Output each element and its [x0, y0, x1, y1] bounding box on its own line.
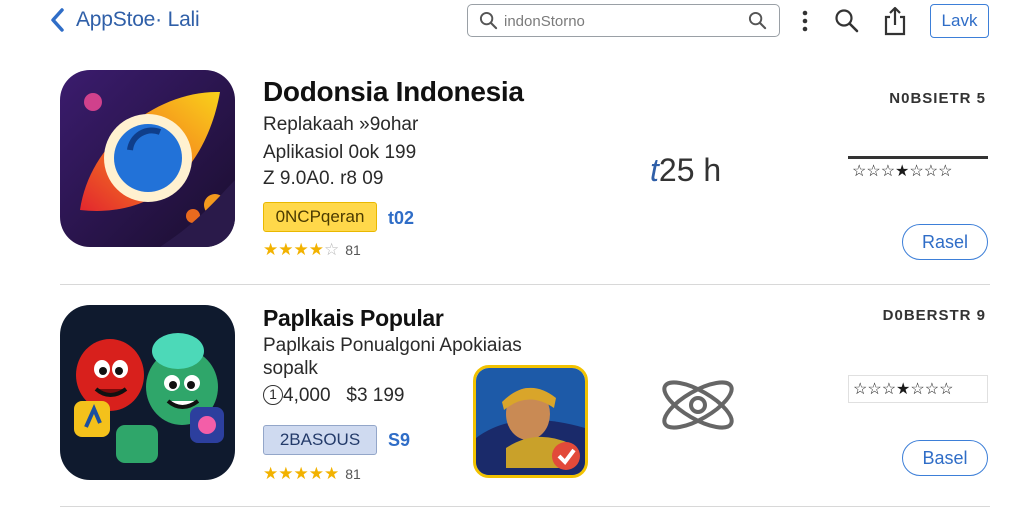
search-input[interactable]	[504, 10, 724, 32]
star-icon: ☆	[909, 162, 924, 180]
search-submit-icon[interactable]	[748, 11, 767, 30]
star-icon: ★	[293, 464, 309, 483]
app-title[interactable]: Dodonsia Indonesia	[263, 76, 524, 108]
star-icon: ☆	[853, 381, 868, 398]
star-icon: ☆	[880, 162, 896, 180]
back-label: AppStoe· Lali	[76, 8, 200, 31]
star-icon: ☆	[324, 240, 340, 259]
warrior-game-thumbnail	[476, 368, 585, 475]
rating-count: 81	[345, 466, 361, 482]
chevron-left-icon	[51, 8, 64, 32]
star-icon: ☆	[923, 162, 939, 180]
app-price-info: 1 4,000 $3 199	[263, 385, 405, 407]
duration-label: t25 h	[650, 152, 722, 188]
rank-label: N0BSIETR 5	[889, 90, 986, 107]
star-icon: ★	[896, 381, 911, 398]
app-list-item[interactable]: Paplkais Popular Paplkais Ponualgoni Apo…	[0, 295, 1024, 495]
star-icon: ☆	[910, 381, 925, 398]
star-icon: ★	[308, 240, 324, 259]
action-button[interactable]: Basel	[902, 440, 988, 476]
star-icon: ☆	[939, 381, 954, 398]
star-icon: ☆	[924, 381, 940, 398]
badge-side-label: S9	[388, 430, 411, 450]
app-subtitle: Paplkais Ponualgoni Apokiaias	[263, 335, 522, 356]
search-icon[interactable]	[834, 8, 859, 33]
lavk-button[interactable]: Lavk	[930, 4, 989, 38]
orbit-logo-icon	[662, 380, 734, 430]
app-subtitle: Replakaah »9ohar	[263, 114, 419, 135]
more-options-icon[interactable]	[800, 9, 810, 33]
colorful-orb-app-icon	[60, 70, 235, 247]
clock-icon: t	[650, 152, 659, 188]
app-detail: Aplikasiol 0ok 199	[263, 142, 417, 163]
info-circle-icon: 1	[263, 385, 283, 405]
featured-game-icon[interactable]	[473, 365, 588, 478]
star-icon: ☆	[867, 381, 882, 398]
rank-label: D0BERSTR 9	[882, 307, 986, 324]
star-icon: ★	[278, 464, 294, 483]
app-icon-popular[interactable]	[60, 305, 235, 480]
star-icon: ★	[263, 240, 279, 259]
action-button[interactable]: Rasel	[902, 224, 988, 260]
rating-count: 81	[345, 242, 361, 258]
star-icon: ☆	[938, 162, 953, 180]
star-icon: ★	[278, 240, 294, 259]
category-badge[interactable]: 0NCPqeran	[263, 202, 377, 232]
user-rating: ☆ ☆ ☆ ★ ☆ ☆ ☆	[848, 375, 988, 403]
top-bar: AppStoe· Lali Lavk	[0, 0, 1024, 42]
star-icon: ☆	[852, 162, 867, 180]
app-title[interactable]: Paplkais Popular	[263, 305, 444, 332]
user-rating: ☆ ☆ ☆ ★ ☆ ☆ ☆	[848, 156, 988, 182]
app-icon-dodonsia[interactable]	[60, 70, 235, 247]
star-icon: ★	[293, 240, 309, 259]
app-detail: sopalk	[263, 358, 318, 379]
star-icon: ★	[263, 464, 279, 483]
star-icon: ★	[895, 162, 910, 180]
app-list-item[interactable]: Dodonsia Indonesia Replakaah »9ohar Apli…	[0, 60, 1024, 282]
row-divider	[60, 284, 990, 285]
star-rating: ★ ★ ★ ★ ★ 81	[263, 465, 361, 483]
row-divider	[60, 506, 990, 507]
star-icon: ☆	[866, 162, 881, 180]
app-price-info: Z 9.0A0. r8 09	[263, 168, 384, 189]
search-icon	[479, 11, 498, 30]
category-badge[interactable]: 2BASOUS	[263, 425, 377, 455]
search-bar[interactable]	[467, 4, 780, 37]
star-icon: ☆	[881, 381, 897, 398]
star-icon: ★	[308, 464, 324, 483]
back-button[interactable]: AppStoe· Lali	[50, 8, 200, 32]
share-icon[interactable]	[883, 6, 907, 36]
star-icon: ★	[324, 464, 340, 483]
badge-side-label: t02	[388, 208, 415, 228]
star-rating: ★ ★ ★ ★ ☆ 81	[263, 241, 361, 259]
cartoon-characters-app-icon	[60, 305, 235, 480]
